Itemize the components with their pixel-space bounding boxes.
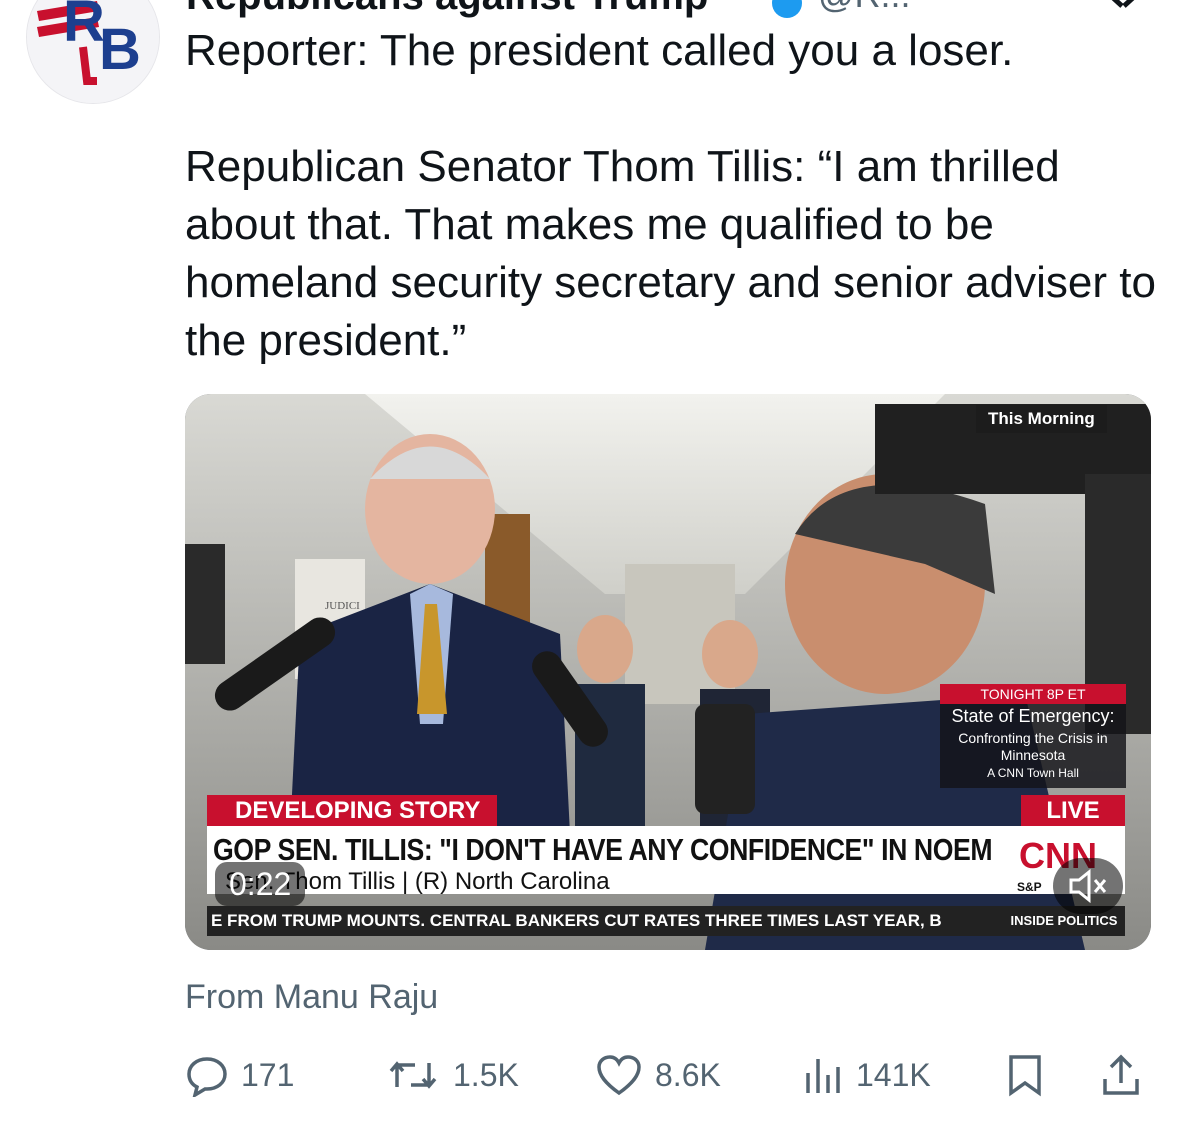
tweet-line-reporter: Reporter: The president called you a los… — [185, 26, 1014, 75]
reply-count: 171 — [241, 1056, 295, 1093]
verified-badge-icon — [772, 0, 802, 18]
promo-foot: A CNN Town Hall — [987, 766, 1079, 780]
promo-box: TONIGHT 8P ET State of Emergency: Confro… — [940, 684, 1126, 788]
svg-text:B: B — [99, 17, 141, 82]
bookmark-button[interactable] — [1005, 1050, 1057, 1100]
bookmark-icon — [1009, 1055, 1041, 1097]
repost-button[interactable]: 1.5K — [385, 1050, 519, 1100]
promo-subtitle: Confronting the Crisis in Minnesota — [958, 730, 1108, 763]
tweet-line-quote: Republican Senator Thom Tillis: “I am th… — [185, 142, 1156, 365]
avatar-logo: R B — [27, 0, 159, 103]
reply-icon — [187, 1057, 227, 1097]
sp-label: S&P — [1017, 880, 1042, 894]
share-button[interactable] — [1099, 1050, 1155, 1100]
promo-title: State of Emergency: — [951, 706, 1115, 726]
author-name[interactable]: Republicans against Trump — [186, 0, 708, 19]
media-source: From Manu Raju — [185, 978, 439, 1016]
mute-button[interactable] — [1053, 858, 1123, 914]
views-count: 141K — [856, 1056, 931, 1093]
avatar[interactable]: R B — [26, 0, 160, 104]
program-label: This Morning — [976, 405, 1107, 433]
action-bar: 171 1.5K 8.6K 141K — [185, 1050, 1151, 1100]
reply-button[interactable]: 171 — [185, 1050, 294, 1100]
repost-count: 1.5K — [453, 1056, 519, 1093]
heart-icon — [597, 1055, 641, 1096]
tweet-text: Reporter: The president called you a los… — [185, 22, 1165, 370]
video-duration: 0:22 — [215, 862, 306, 906]
judiciary-sign: JUDICI — [325, 600, 360, 612]
video-player[interactable]: JUDICI This Morning TONIGHT 8P ET State … — [185, 394, 1151, 950]
views-button[interactable]: 141K — [800, 1050, 931, 1100]
share-icon — [1103, 1054, 1139, 1095]
muted-speaker-icon — [1069, 868, 1107, 904]
x-logo-icon[interactable] — [1096, 0, 1150, 20]
promo-time: TONIGHT 8P ET — [940, 684, 1126, 704]
developing-story-bar: DEVELOPING STORY — [207, 795, 497, 826]
like-count: 8.6K — [655, 1056, 721, 1093]
author-handle[interactable]: @R... — [818, 0, 911, 16]
news-ticker: E FROM TRUMP MOUNTS. CENTRAL BANKERS CUT… — [207, 906, 1125, 936]
like-button[interactable]: 8.6K — [595, 1050, 721, 1100]
views-icon — [806, 1059, 840, 1093]
repost-icon — [389, 1061, 437, 1089]
live-badge: LIVE — [1021, 795, 1125, 826]
chyron-headline: GOP SEN. TILLIS: "I DON'T HAVE ANY CONFI… — [213, 832, 993, 867]
